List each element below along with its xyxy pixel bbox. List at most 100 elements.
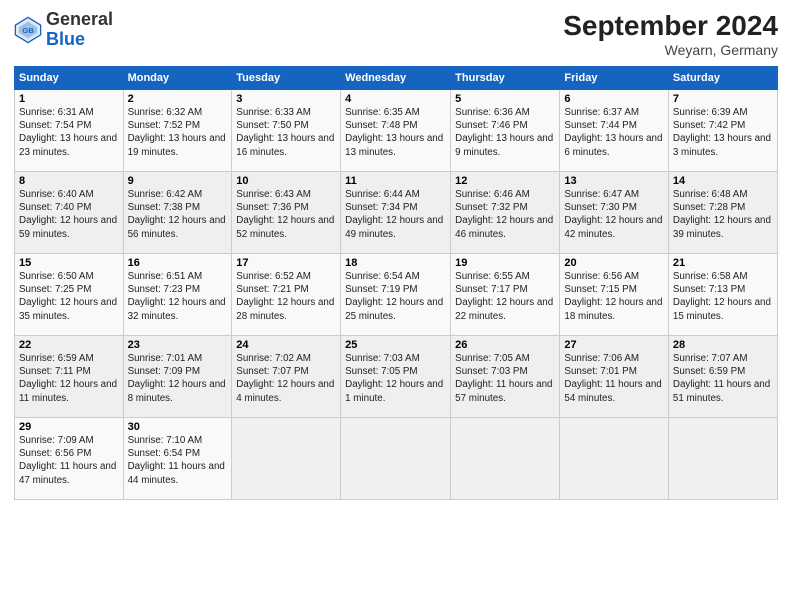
cell-details: Sunrise: 6:46 AMSunset: 7:32 PMDaylight:… <box>455 188 555 241</box>
day-number: 9 <box>128 175 228 187</box>
day-number: 16 <box>128 257 228 269</box>
calendar-cell: 13Sunrise: 6:47 AMSunset: 7:30 PMDayligh… <box>560 172 668 254</box>
calendar-cell: 12Sunrise: 6:46 AMSunset: 7:32 PMDayligh… <box>451 172 560 254</box>
cell-details: Sunrise: 6:58 AMSunset: 7:13 PMDaylight:… <box>673 270 773 323</box>
header-row: SundayMondayTuesdayWednesdayThursdayFrid… <box>15 67 778 90</box>
day-number: 4 <box>345 93 446 105</box>
calendar-week-row: 15Sunrise: 6:50 AMSunset: 7:25 PMDayligh… <box>15 254 778 336</box>
day-number: 10 <box>236 175 336 187</box>
calendar-cell: 17Sunrise: 6:52 AMSunset: 7:21 PMDayligh… <box>232 254 341 336</box>
calendar-cell: 26Sunrise: 7:05 AMSunset: 7:03 PMDayligh… <box>451 336 560 418</box>
calendar-cell: 23Sunrise: 7:01 AMSunset: 7:09 PMDayligh… <box>123 336 232 418</box>
cell-details: Sunrise: 6:56 AMSunset: 7:15 PMDaylight:… <box>564 270 663 323</box>
day-number: 6 <box>564 93 663 105</box>
day-number: 27 <box>564 339 663 351</box>
calendar-week-row: 1Sunrise: 6:31 AMSunset: 7:54 PMDaylight… <box>15 90 778 172</box>
cell-details: Sunrise: 6:48 AMSunset: 7:28 PMDaylight:… <box>673 188 773 241</box>
calendar-body: 1Sunrise: 6:31 AMSunset: 7:54 PMDaylight… <box>15 90 778 500</box>
cell-details: Sunrise: 7:10 AMSunset: 6:54 PMDaylight:… <box>128 434 228 487</box>
day-number: 17 <box>236 257 336 269</box>
day-number: 28 <box>673 339 773 351</box>
calendar-cell: 15Sunrise: 6:50 AMSunset: 7:25 PMDayligh… <box>15 254 124 336</box>
day-of-week-header: Friday <box>560 67 668 90</box>
cell-details: Sunrise: 6:50 AMSunset: 7:25 PMDaylight:… <box>19 270 119 323</box>
day-number: 7 <box>673 93 773 105</box>
cell-details: Sunrise: 6:37 AMSunset: 7:44 PMDaylight:… <box>564 106 663 159</box>
logo: GB General Blue <box>14 10 113 50</box>
calendar-cell <box>451 418 560 500</box>
day-of-week-header: Thursday <box>451 67 560 90</box>
logo-blue-text: Blue <box>46 29 85 49</box>
calendar-cell: 6Sunrise: 6:37 AMSunset: 7:44 PMDaylight… <box>560 90 668 172</box>
day-of-week-header: Monday <box>123 67 232 90</box>
calendar-cell: 20Sunrise: 6:56 AMSunset: 7:15 PMDayligh… <box>560 254 668 336</box>
cell-details: Sunrise: 6:35 AMSunset: 7:48 PMDaylight:… <box>345 106 446 159</box>
logo-icon: GB <box>14 16 42 44</box>
day-number: 3 <box>236 93 336 105</box>
calendar-cell: 27Sunrise: 7:06 AMSunset: 7:01 PMDayligh… <box>560 336 668 418</box>
day-of-week-header: Saturday <box>668 67 777 90</box>
day-number: 20 <box>564 257 663 269</box>
calendar-cell: 4Sunrise: 6:35 AMSunset: 7:48 PMDaylight… <box>341 90 451 172</box>
calendar-cell: 22Sunrise: 6:59 AMSunset: 7:11 PMDayligh… <box>15 336 124 418</box>
cell-details: Sunrise: 7:01 AMSunset: 7:09 PMDaylight:… <box>128 352 228 405</box>
day-number: 2 <box>128 93 228 105</box>
day-number: 22 <box>19 339 119 351</box>
svg-text:GB: GB <box>22 26 34 35</box>
calendar-cell: 19Sunrise: 6:55 AMSunset: 7:17 PMDayligh… <box>451 254 560 336</box>
day-number: 18 <box>345 257 446 269</box>
cell-details: Sunrise: 6:59 AMSunset: 7:11 PMDaylight:… <box>19 352 119 405</box>
calendar-cell: 1Sunrise: 6:31 AMSunset: 7:54 PMDaylight… <box>15 90 124 172</box>
logo-text: General Blue <box>46 10 113 50</box>
calendar-table: SundayMondayTuesdayWednesdayThursdayFrid… <box>14 66 778 500</box>
day-number: 25 <box>345 339 446 351</box>
cell-details: Sunrise: 7:09 AMSunset: 6:56 PMDaylight:… <box>19 434 119 487</box>
day-number: 30 <box>128 421 228 433</box>
cell-details: Sunrise: 7:03 AMSunset: 7:05 PMDaylight:… <box>345 352 446 405</box>
logo-general-text: General <box>46 9 113 29</box>
cell-details: Sunrise: 7:05 AMSunset: 7:03 PMDaylight:… <box>455 352 555 405</box>
day-number: 8 <box>19 175 119 187</box>
calendar-cell: 30Sunrise: 7:10 AMSunset: 6:54 PMDayligh… <box>123 418 232 500</box>
calendar-cell: 28Sunrise: 7:07 AMSunset: 6:59 PMDayligh… <box>668 336 777 418</box>
day-number: 19 <box>455 257 555 269</box>
cell-details: Sunrise: 7:07 AMSunset: 6:59 PMDaylight:… <box>673 352 773 405</box>
day-number: 12 <box>455 175 555 187</box>
day-number: 23 <box>128 339 228 351</box>
calendar-cell: 8Sunrise: 6:40 AMSunset: 7:40 PMDaylight… <box>15 172 124 254</box>
calendar-week-row: 22Sunrise: 6:59 AMSunset: 7:11 PMDayligh… <box>15 336 778 418</box>
header: GB General Blue September 2024 Weyarn, G… <box>14 10 778 58</box>
day-number: 13 <box>564 175 663 187</box>
cell-details: Sunrise: 6:36 AMSunset: 7:46 PMDaylight:… <box>455 106 555 159</box>
calendar-cell: 24Sunrise: 7:02 AMSunset: 7:07 PMDayligh… <box>232 336 341 418</box>
cell-details: Sunrise: 6:31 AMSunset: 7:54 PMDaylight:… <box>19 106 119 159</box>
cell-details: Sunrise: 6:39 AMSunset: 7:42 PMDaylight:… <box>673 106 773 159</box>
cell-details: Sunrise: 6:54 AMSunset: 7:19 PMDaylight:… <box>345 270 446 323</box>
calendar-cell: 2Sunrise: 6:32 AMSunset: 7:52 PMDaylight… <box>123 90 232 172</box>
title-block: September 2024 Weyarn, Germany <box>563 10 778 58</box>
calendar-cell: 29Sunrise: 7:09 AMSunset: 6:56 PMDayligh… <box>15 418 124 500</box>
calendar-week-row: 8Sunrise: 6:40 AMSunset: 7:40 PMDaylight… <box>15 172 778 254</box>
day-of-week-header: Tuesday <box>232 67 341 90</box>
month-year: September 2024 <box>563 10 778 42</box>
day-of-week-header: Sunday <box>15 67 124 90</box>
day-number: 24 <box>236 339 336 351</box>
cell-details: Sunrise: 6:33 AMSunset: 7:50 PMDaylight:… <box>236 106 336 159</box>
cell-details: Sunrise: 6:42 AMSunset: 7:38 PMDaylight:… <box>128 188 228 241</box>
cell-details: Sunrise: 6:47 AMSunset: 7:30 PMDaylight:… <box>564 188 663 241</box>
calendar-cell: 25Sunrise: 7:03 AMSunset: 7:05 PMDayligh… <box>341 336 451 418</box>
day-number: 15 <box>19 257 119 269</box>
page: GB General Blue September 2024 Weyarn, G… <box>0 0 792 612</box>
calendar-cell: 14Sunrise: 6:48 AMSunset: 7:28 PMDayligh… <box>668 172 777 254</box>
calendar-cell: 16Sunrise: 6:51 AMSunset: 7:23 PMDayligh… <box>123 254 232 336</box>
calendar-cell <box>668 418 777 500</box>
day-number: 14 <box>673 175 773 187</box>
day-number: 11 <box>345 175 446 187</box>
calendar-header: SundayMondayTuesdayWednesdayThursdayFrid… <box>15 67 778 90</box>
day-of-week-header: Wednesday <box>341 67 451 90</box>
calendar-cell: 18Sunrise: 6:54 AMSunset: 7:19 PMDayligh… <box>341 254 451 336</box>
day-number: 21 <box>673 257 773 269</box>
cell-details: Sunrise: 7:06 AMSunset: 7:01 PMDaylight:… <box>564 352 663 405</box>
calendar-week-row: 29Sunrise: 7:09 AMSunset: 6:56 PMDayligh… <box>15 418 778 500</box>
day-number: 1 <box>19 93 119 105</box>
